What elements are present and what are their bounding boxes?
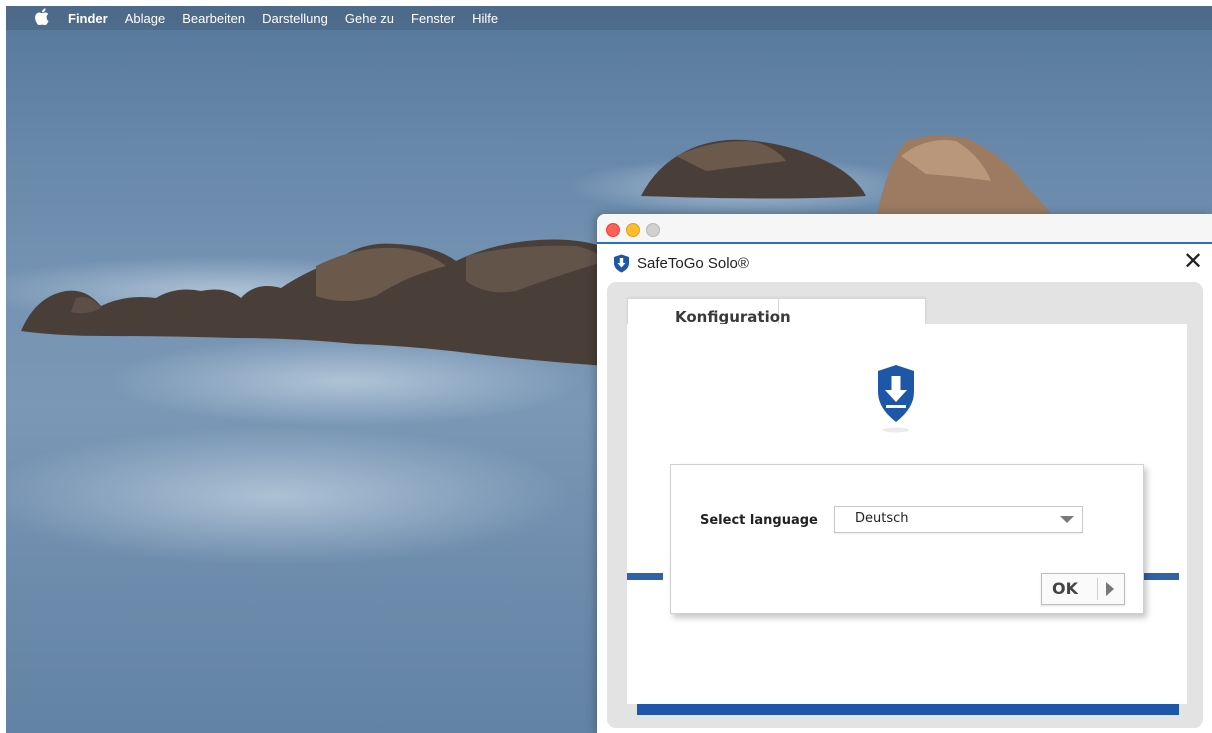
window-titlebar[interactable]	[597, 214, 1212, 244]
accent-line-right	[1139, 573, 1179, 580]
shield-logo-icon	[614, 254, 629, 273]
app-title: SafeToGo Solo®	[637, 255, 749, 272]
select-language-label: Select language	[700, 513, 818, 528]
menu-bar: Finder Ablage Bearbeiten Darstellung Geh…	[6, 6, 1212, 30]
ok-button-separator	[1097, 578, 1098, 600]
app-close-icon[interactable]: ✕	[1183, 250, 1203, 274]
apple-icon[interactable]	[32, 8, 52, 28]
menu-finder[interactable]: Finder	[68, 11, 108, 26]
menu-fenster[interactable]: Fenster	[411, 11, 455, 26]
accent-line-left	[627, 573, 663, 580]
rock-formation-right	[641, 135, 1056, 221]
language-select-value: Deutsch	[855, 511, 909, 526]
safetogo-window: SafeToGo Solo® ✕ Konfiguration Select la…	[597, 214, 1212, 733]
shield-download-icon	[878, 365, 914, 433]
menu-darstellung[interactable]: Darstellung	[262, 11, 328, 26]
bottom-accent-bar	[637, 704, 1179, 715]
app-header: SafeToGo Solo® ✕	[597, 244, 1212, 280]
arrow-right-icon	[1106, 582, 1114, 596]
window-minimize-button[interactable]	[626, 223, 640, 237]
ok-button-label: OK	[1052, 579, 1078, 598]
language-dialog: Select language Deutsch OK	[670, 464, 1144, 614]
window-close-button[interactable]	[606, 223, 620, 237]
rock-formation-left	[21, 239, 606, 366]
dropdown-arrow-icon[interactable]	[1060, 516, 1074, 523]
menu-gehe-zu[interactable]: Gehe zu	[345, 11, 394, 26]
language-select[interactable]: Deutsch	[834, 506, 1083, 533]
menu-bearbeiten[interactable]: Bearbeiten	[182, 11, 245, 26]
menu-hilfe[interactable]: Hilfe	[472, 11, 498, 26]
menu-ablage[interactable]: Ablage	[125, 11, 165, 26]
window-zoom-button[interactable]	[646, 223, 660, 237]
ok-button[interactable]: OK	[1041, 573, 1125, 605]
